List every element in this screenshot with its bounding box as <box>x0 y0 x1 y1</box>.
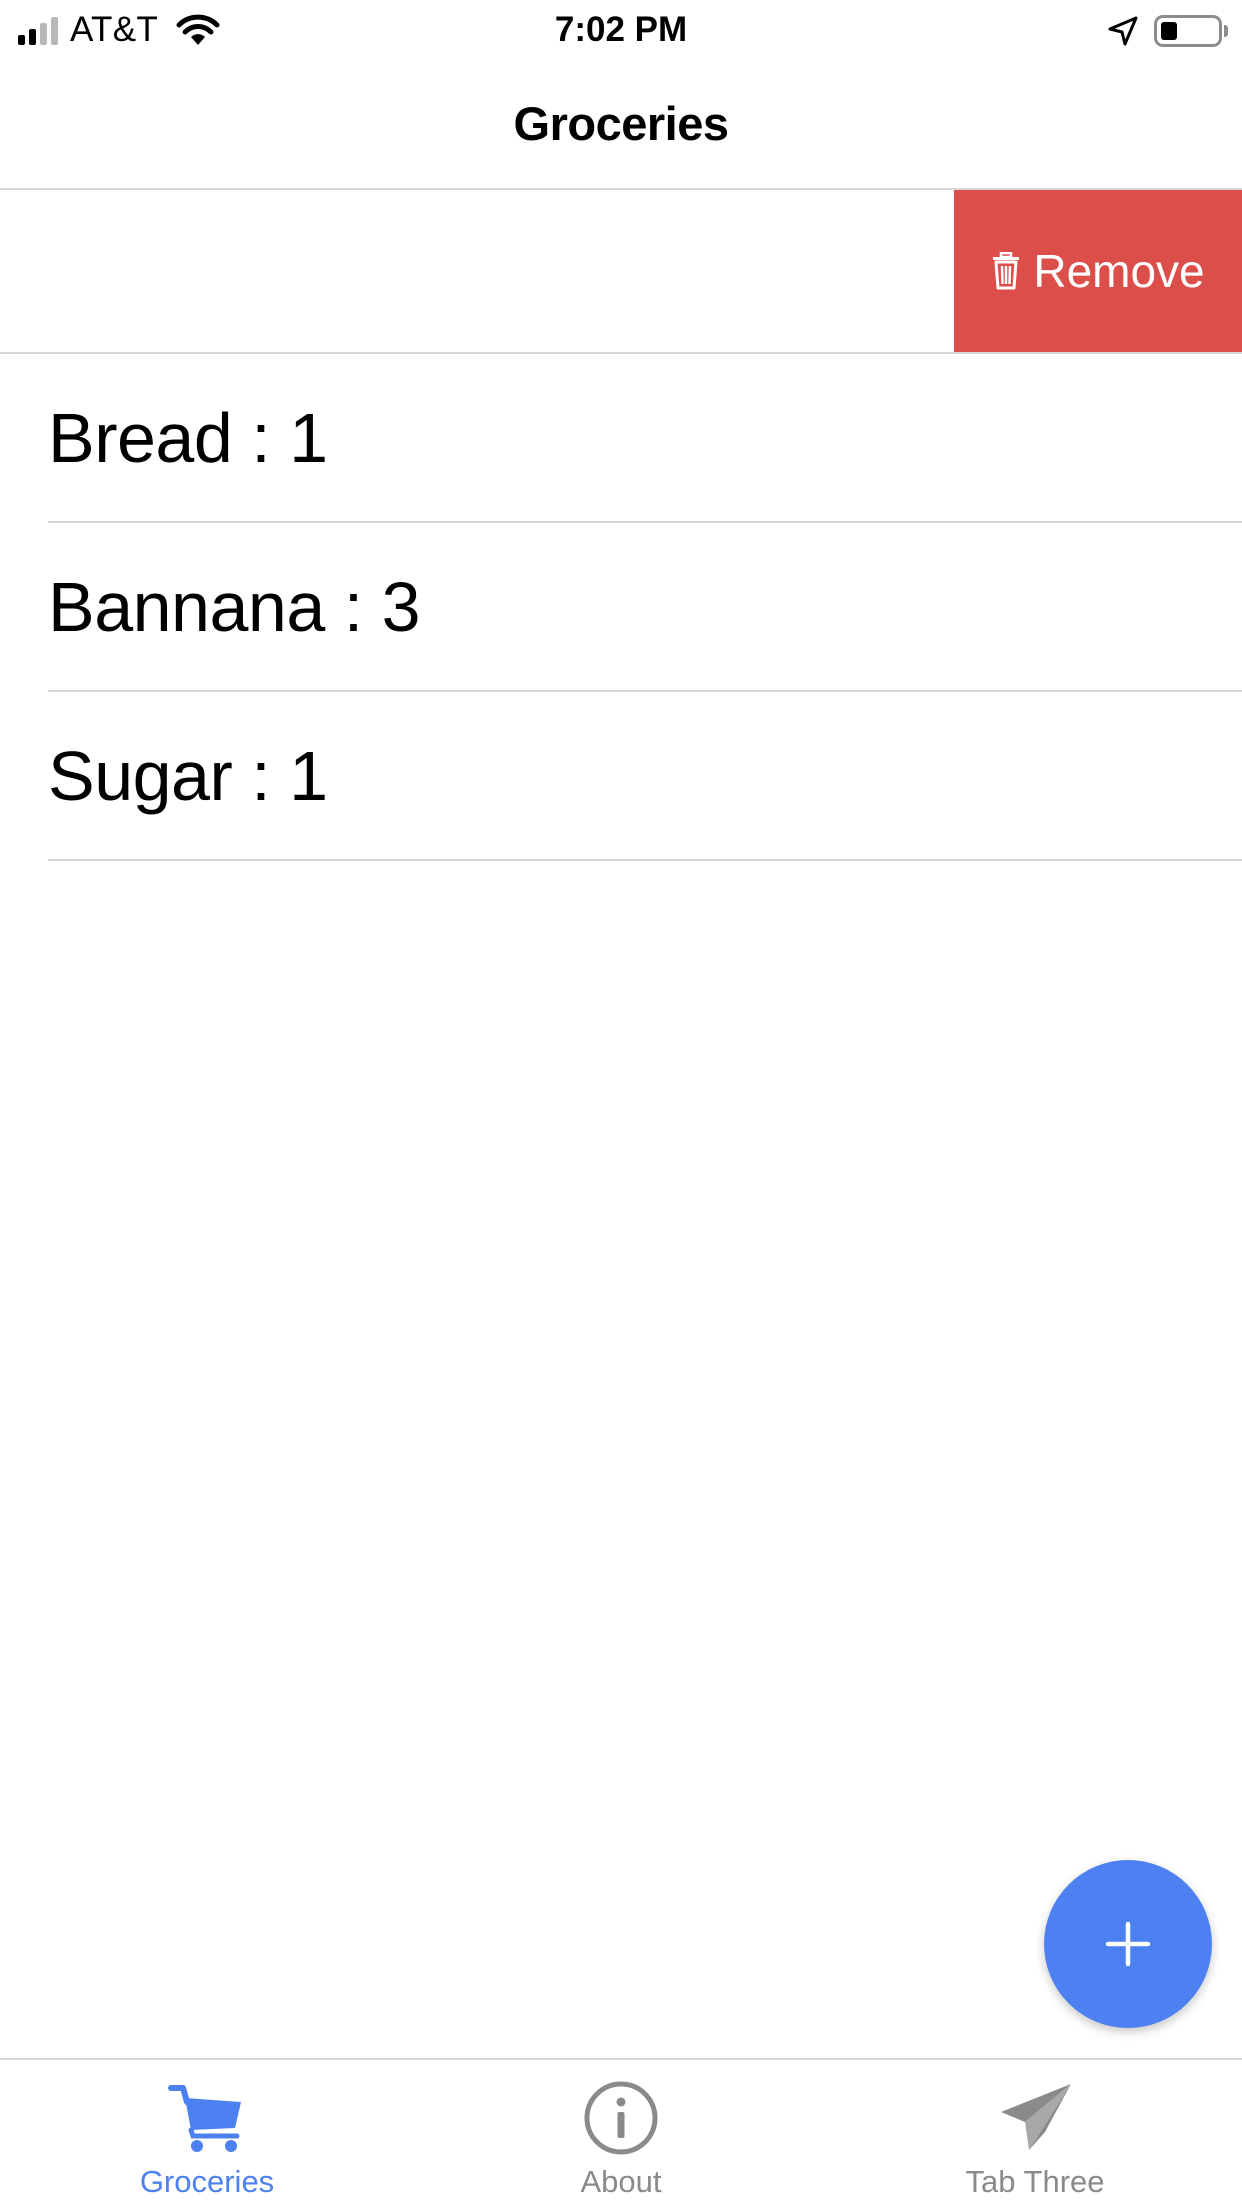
location-arrow-icon <box>1108 16 1138 46</box>
tab-bar: Groceries About Tab Three <box>0 2058 1242 2208</box>
tab-three[interactable]: Tab Three <box>828 2060 1242 2208</box>
list-item-label: Bread : 1 <box>48 399 328 477</box>
info-icon <box>584 2081 658 2155</box>
status-bar: AT&T 7:02 PM <box>0 0 1242 60</box>
paper-plane-icon <box>1001 2084 1071 2150</box>
tab-label: Groceries <box>139 2164 275 2199</box>
status-right <box>1106 10 1228 52</box>
cart-icon <box>168 2085 241 2152</box>
page-title: Groceries <box>513 97 729 150</box>
list-item-label: Sugar : 1 <box>48 737 328 815</box>
battery-tip <box>1224 25 1228 37</box>
list-item-label: Bannana : 3 <box>48 568 421 646</box>
navigation-bar: Groceries <box>0 60 1242 190</box>
plus-icon <box>1105 1921 1151 1967</box>
swiped-row-content[interactable] <box>0 190 954 352</box>
list-item[interactable]: Sugar : 1 <box>0 692 1242 861</box>
tab-label: About <box>580 2164 662 2199</box>
add-item-button[interactable] <box>1044 1860 1212 2028</box>
remove-button[interactable]: Remove <box>954 190 1242 352</box>
battery-fill <box>1161 22 1177 40</box>
tab-label: Tab Three <box>965 2164 1105 2199</box>
remove-label: Remove <box>1033 245 1205 297</box>
divider <box>48 859 1242 861</box>
tab-groceries[interactable]: Groceries <box>0 2060 414 2208</box>
trash-icon <box>993 252 1020 290</box>
list-item[interactable]: Bannana : 3 <box>0 523 1242 692</box>
swiped-list-item[interactable]: Remove <box>0 190 1242 354</box>
battery-icon <box>1154 15 1222 47</box>
grocery-list: Bread : 1 Bannana : 3 Sugar : 1 <box>0 354 1242 861</box>
tab-about[interactable]: About <box>414 2060 828 2208</box>
list-item[interactable]: Bread : 1 <box>0 354 1242 523</box>
status-time: 7:02 PM <box>554 10 688 49</box>
